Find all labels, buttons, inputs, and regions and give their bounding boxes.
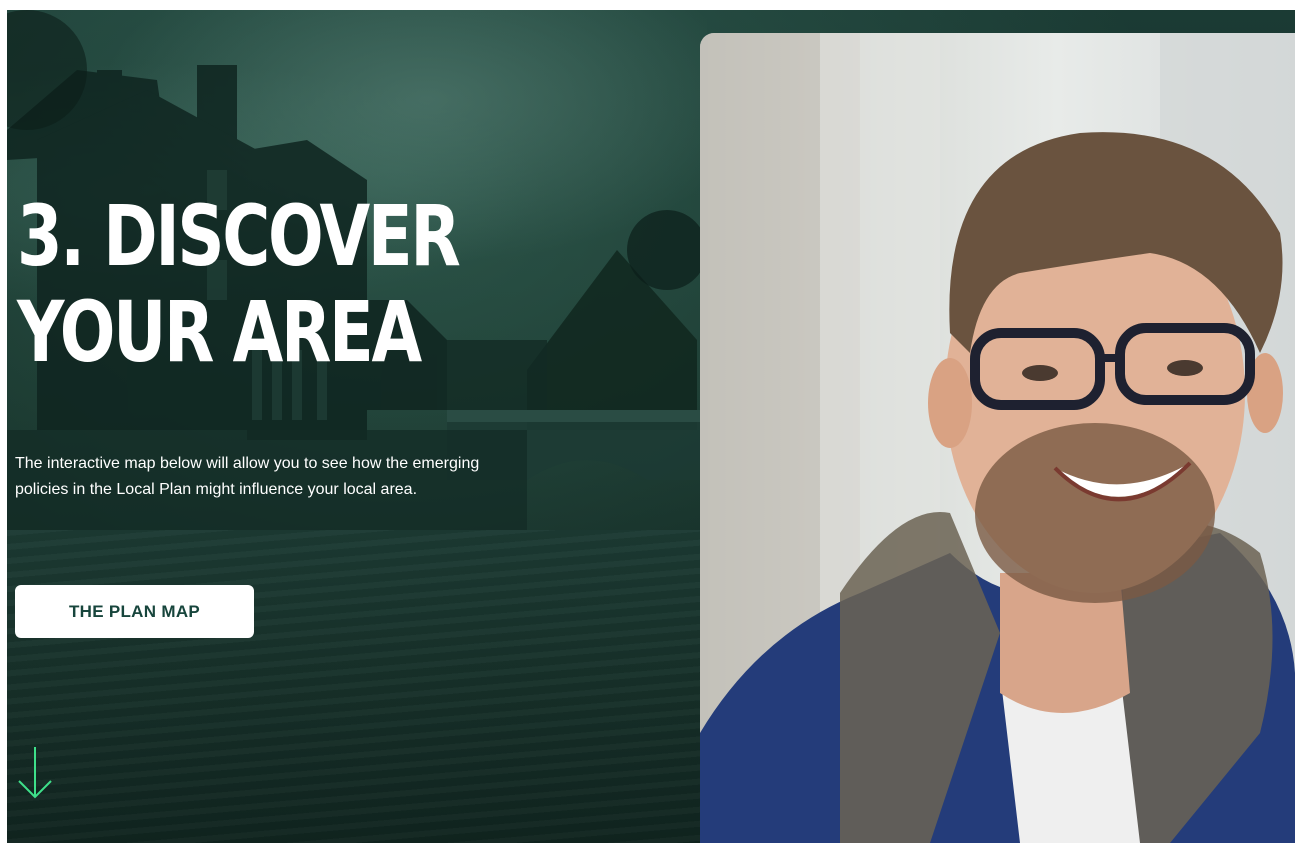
section-heading: 3. DISCOVER YOUR AREA [17, 187, 461, 381]
intro-text: The interactive map below will allow you… [15, 455, 480, 498]
arrow-down-icon[interactable] [15, 745, 55, 801]
hero-section: 3. DISCOVER YOUR AREA The interactive ma… [7, 10, 1295, 843]
man-with-glasses-photo [700, 33, 1295, 843]
plan-map-button[interactable]: THE PLAN MAP [15, 585, 254, 638]
river [7, 530, 707, 843]
portrait-illustration [700, 33, 1295, 843]
